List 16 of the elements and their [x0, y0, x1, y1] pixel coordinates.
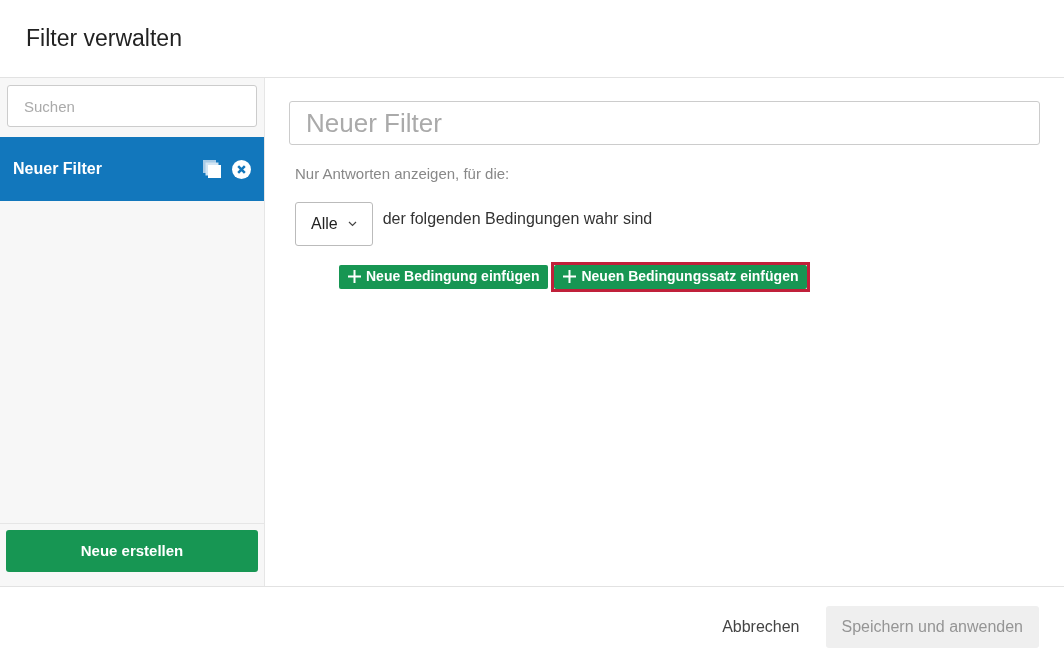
dialog-title: Filter verwalten [26, 24, 182, 54]
create-button[interactable]: Neue erstellen [6, 530, 258, 572]
condition-text: der folgenden Bedingungen wahr sind [382, 208, 653, 229]
delete-icon[interactable] [232, 159, 251, 179]
intro-text: Nur Antworten anzeigen, für die: [295, 164, 511, 184]
search-field[interactable]: Suchen [7, 85, 257, 127]
insert-button[interactable]: Neue Bedingung einfügen [339, 264, 549, 289]
match-dropdown[interactable]: Alle [295, 201, 373, 246]
copy-icon[interactable] [202, 159, 222, 179]
plus-icon [563, 270, 577, 283]
filter-list-item[interactable]: Neuer Filter [0, 137, 264, 201]
plus-icon [348, 270, 361, 283]
insert-button[interactable]: Neuen Bedingungssatz einfügen [554, 264, 808, 289]
filter-name-field[interactable]: Neuer Filter [289, 101, 1040, 145]
cancel-button[interactable]: Abbrechen [722, 614, 800, 639]
chevron-down-icon [347, 220, 357, 227]
